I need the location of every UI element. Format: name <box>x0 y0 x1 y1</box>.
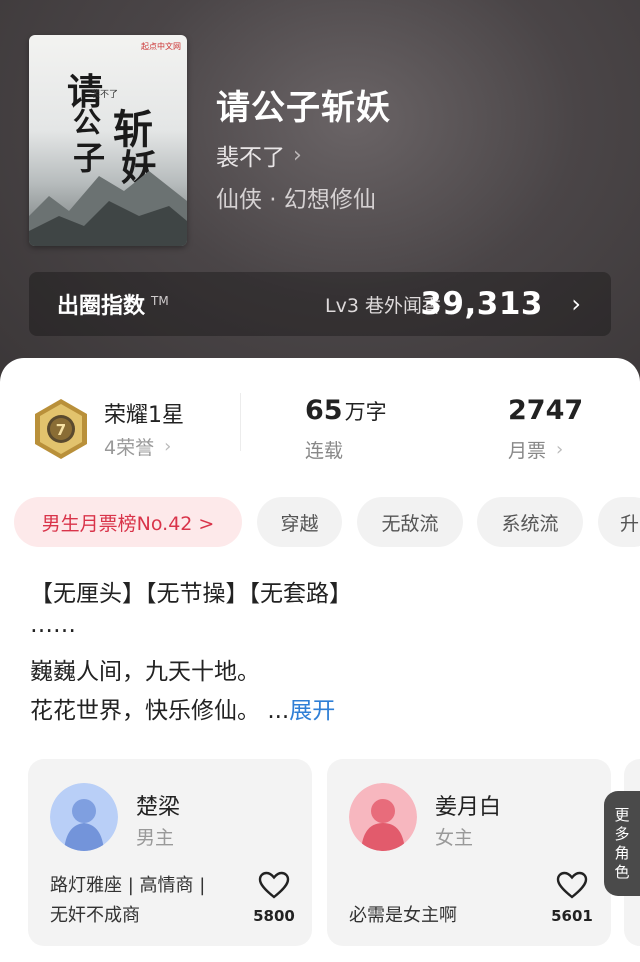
character-role: 女主 <box>435 827 474 849</box>
word-count: 65万字 <box>305 395 387 426</box>
monthly-votes-count[interactable]: 2747 <box>508 395 583 426</box>
character-tags: 路灯雅座 | 高情商 | 无奸不成商 <box>50 871 250 931</box>
description-line: 【无厘头】【无节操】【无套路】 <box>30 581 352 607</box>
character-name: 姜月白 <box>435 795 502 820</box>
more-roles-char: 多 <box>614 824 630 843</box>
serial-status: 连载 <box>305 440 344 462</box>
word-count-number: 65 <box>305 395 343 426</box>
character-role: 男主 <box>136 827 175 849</box>
chevron-right-icon: › <box>293 142 302 168</box>
tag-chip[interactable]: 升 <box>598 497 640 547</box>
tag-rank[interactable]: 男生月票榜No.42 > <box>14 497 242 547</box>
trademark-mark: TM <box>151 293 169 308</box>
like-count: 5601 <box>551 907 593 925</box>
tag-chip[interactable]: 无敌流 <box>357 497 463 547</box>
divider <box>240 393 241 451</box>
more-roles-char: 角 <box>614 843 630 862</box>
honor-count-label: 4荣誉 <box>104 437 155 459</box>
circle-index-bar[interactable]: 出圈指数 TM Lv3 巷外闻香 39,313 › <box>29 272 611 336</box>
character-tag-line: 无奸不成商 <box>50 905 140 926</box>
author-name: 裴不了 <box>216 145 285 171</box>
honor-count[interactable]: 4荣誉 › <box>104 433 171 460</box>
mountain-illustration <box>29 171 187 246</box>
tag-chip[interactable]: 穿越 <box>257 497 342 547</box>
character-card[interactable]: 楚梁 男主 路灯雅座 | 高情商 | 无奸不成商 5800 <box>28 759 312 946</box>
description-line: …… <box>30 612 76 638</box>
monthly-votes-label: 月票 <box>508 440 547 462</box>
book-cover[interactable]: 起点中文网 请 公 子 斩 妖 裴不了 <box>29 35 187 246</box>
description-text: 花花世界，快乐修仙。 <box>30 698 260 724</box>
book-title: 请公子斩妖 <box>216 88 391 128</box>
word-count-unit: 万字 <box>344 400 387 424</box>
avatar <box>349 783 417 851</box>
honor-badge-icon[interactable]: 7 <box>32 397 90 461</box>
description-line: 花花世界，快乐修仙。 ...展开 <box>30 691 335 725</box>
author-link[interactable]: 裴不了 › <box>216 138 302 172</box>
tag-chip[interactable]: 系统流 <box>477 497 583 547</box>
avatar <box>50 783 118 851</box>
character-tags: 必需是女主啊 <box>349 901 549 931</box>
expand-button[interactable]: 展开 <box>289 698 335 724</box>
publisher-mark: 起点中文网 <box>141 42 181 51</box>
like-count: 5800 <box>253 907 295 925</box>
more-roles-char: 色 <box>614 862 630 881</box>
monthly-votes-link[interactable]: 月票 › <box>508 436 563 463</box>
chevron-right-icon: › <box>571 290 581 318</box>
character-name: 楚梁 <box>136 795 181 820</box>
chevron-right-icon: › <box>556 439 564 460</box>
character-tag-line: 路灯雅座 | 高情商 | <box>50 875 206 896</box>
tag-row: 男生月票榜No.42 > 穿越 无敌流 系统流 升 <box>14 497 640 547</box>
more-roles-char: 更 <box>614 805 630 824</box>
description-ellipsis: ... <box>267 698 290 724</box>
character-card[interactable]: 姜月白 女主 必需是女主啊 5601 <box>327 759 611 946</box>
chevron-right-icon: › <box>164 436 172 457</box>
more-characters-button[interactable]: 更 多 角 色 <box>604 791 640 896</box>
book-genre: 仙侠 · 幻想修仙 <box>216 187 376 213</box>
heart-icon[interactable] <box>258 871 290 899</box>
honor-title[interactable]: 荣耀1星 <box>104 397 184 429</box>
badge-number: 7 <box>56 421 66 439</box>
circle-index-value: 39,313 <box>420 286 543 322</box>
heart-icon[interactable] <box>556 871 588 899</box>
description-line: 巍巍人间，九天十地。 <box>30 659 260 685</box>
circle-index-label: 出圈指数 TM <box>57 293 169 319</box>
cover-author: 裴不了 <box>91 90 119 100</box>
character-tag-line: 必需是女主啊 <box>349 905 457 926</box>
